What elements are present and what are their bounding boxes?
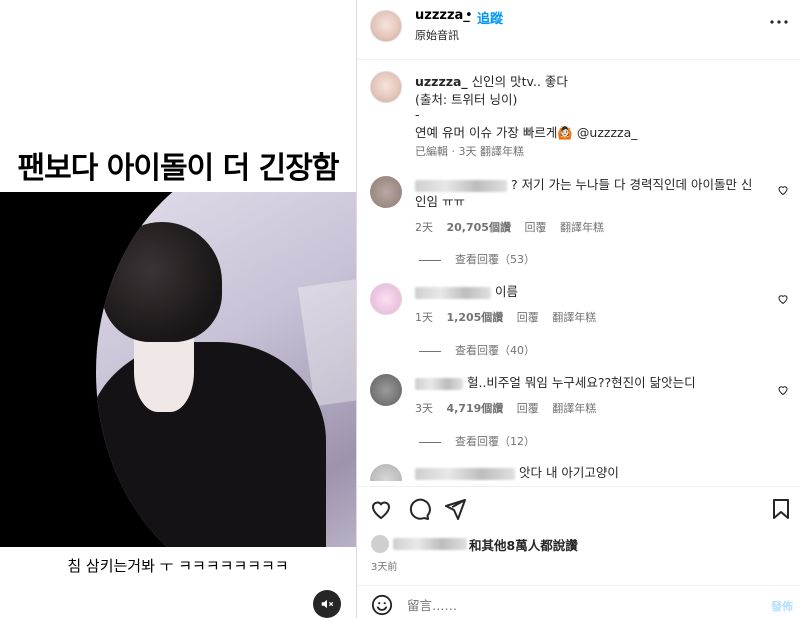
caption-line-2: (출처: 트위터 닝이) [415,92,518,107]
blurred-username[interactable] [415,179,507,192]
translate-button[interactable]: 翻譯年糕 [552,311,596,324]
person-hair [102,222,222,342]
avatar[interactable] [370,374,402,406]
reply-button[interactable]: 回覆 [524,221,546,234]
view-replies-button[interactable]: 查看回覆（53） [419,251,535,267]
comments-list[interactable]: uzzzza_ 신인의 맛tv.. 좋다 (출처: 트위터 닝이) - 연예 유… [357,61,800,481]
comment-time: 1天 [415,311,433,324]
post-comment-button[interactable]: 發佈 [771,598,793,614]
mute-button[interactable] [313,590,341,618]
caption-meta: 已編輯 · 3天 翻譯年糕 [415,145,524,158]
media-caption-top: 팬보다 아이돌이 더 긴장함 [17,151,340,186]
heart-icon[interactable] [777,384,789,396]
caption-username[interactable]: uzzzza_ [415,74,468,89]
comment-input[interactable] [407,594,737,616]
avatar[interactable] [370,71,402,103]
heart-icon[interactable] [777,184,789,196]
comment-meta: 2天 20,705個讚 回覆 翻譯年糕 [415,219,614,235]
avatar [371,535,389,553]
speaker-muted-icon [321,599,334,609]
post-detail-panel: uzzzza_ • 追蹤 原始音訊 uzzzza_ 신인의 맛tv.. 좋다 (… [356,0,800,618]
comment-time: 3天 [415,402,433,415]
post-actions [357,486,800,526]
comment-likes[interactable]: 20,705個讚 [447,221,511,234]
person-body [96,342,326,547]
header-username[interactable]: uzzzza_ [415,8,470,23]
more-options-button[interactable] [769,12,789,32]
comment-body: 이름 [415,283,755,300]
follow-button[interactable]: 追蹤 [477,8,503,27]
caption-text: 신인의 맛tv.. 좋다 [471,74,568,89]
post-time: 3天前 [371,562,398,573]
blurred-username[interactable] [415,286,491,299]
comment-text: 이름 [494,284,518,299]
avatar[interactable] [370,283,402,315]
post-header: uzzzza_ • 追蹤 原始音訊 [357,0,800,60]
send-icon[interactable] [443,497,467,521]
comment-composer: 發佈 [357,585,800,618]
likes-summary[interactable]: 和其他8萬人都說讚 [371,535,578,553]
caption-line-1: uzzzza_ 신인의 맛tv.. 좋다 [415,71,568,90]
media-caption-bottom: 침 삼키는거봐 ㅜ ㅋㅋㅋㅋㅋㅋㅋㅋ [67,557,289,575]
view-replies-label: 查看回覆（40） [455,344,535,357]
divider-line [419,259,441,261]
view-replies-label: 查看回覆（53） [455,253,535,266]
comment-body: 헐..비주얼 뭐임 누구세요??현진이 닮앗는디 [415,374,755,391]
original-audio-link[interactable]: 原始音訊 [415,27,459,43]
view-replies-button[interactable]: 查看回覆（40） [419,342,535,358]
reply-button[interactable]: 回覆 [517,311,539,324]
comment-time: 2天 [415,221,433,234]
comment-meta: 1天 1,205個讚 回覆 翻譯年糕 [415,309,606,325]
comment-likes[interactable]: 1,205個讚 [447,311,504,324]
avatar[interactable] [370,464,402,481]
video-frame[interactable] [0,192,356,547]
divider-line [419,350,441,352]
comment-likes[interactable]: 4,719個讚 [447,402,504,415]
view-replies-label: 查看回覆（12） [455,435,535,448]
avatar[interactable] [370,10,402,42]
comment-text: 헐..비주얼 뭐임 누구세요??현진이 닮앗는디 [466,375,696,390]
separator-dot: • [465,8,473,23]
blurred-username[interactable] [415,467,515,480]
video-circle-mask [96,192,356,547]
caption-line-4: 연예 유머 이슈 가장 빠르게🙆🏻 @uzzzza_ [415,125,638,140]
likes-text: 和其他8萬人都說讚 [469,537,578,553]
bookmark-icon[interactable] [769,497,793,521]
reply-button[interactable]: 回覆 [517,402,539,415]
comment-meta: 3天 4,719個讚 回覆 翻譯年糕 [415,400,606,416]
post-media[interactable]: 팬보다 아이돌이 더 긴장함 침 삼키는거봐 ㅜ ㅋㅋㅋㅋㅋㅋㅋㅋ [0,0,356,618]
translate-button[interactable]: 翻譯年糕 [552,402,596,415]
view-replies-button[interactable]: 查看回覆（12） [419,433,535,449]
emoji-icon[interactable] [371,594,393,616]
blurred-username[interactable] [415,377,463,390]
divider-line [419,441,441,443]
comment-text: 앗다 내 아기고양이 [518,465,619,480]
blurred-username[interactable] [393,538,467,550]
more-horizontal-icon [770,20,788,24]
heart-icon[interactable] [369,497,393,521]
comment-icon[interactable] [407,497,431,521]
caption-line-3: - [415,107,420,122]
translate-button[interactable]: 翻譯年糕 [560,221,604,234]
comment-body: ? 저기 가는 누나들 다 경력직인데 아이돌만 신인임 ㅠㅠ [415,176,755,210]
comment-body: 앗다 내 아기고양이 [415,464,755,481]
avatar[interactable] [370,176,402,208]
heart-icon[interactable] [777,293,789,305]
